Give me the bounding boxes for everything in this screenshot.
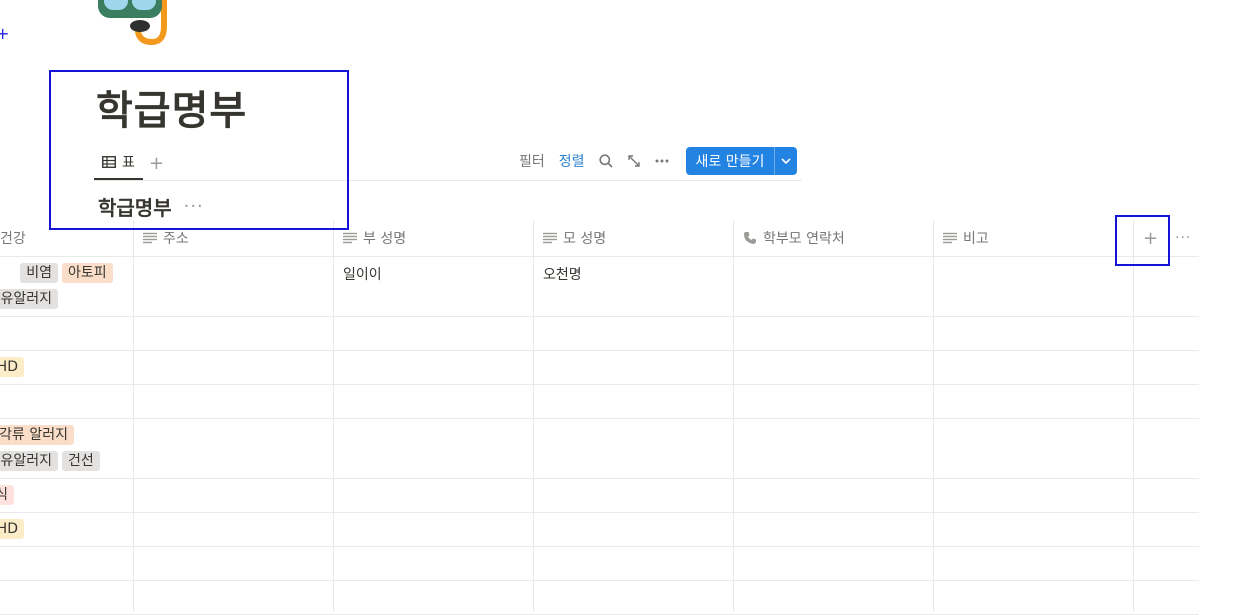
- column-label: 모 성명: [563, 231, 607, 247]
- phone-icon: [744, 232, 756, 244]
- column-header-father-name[interactable]: 부 성명: [343, 220, 406, 256]
- text-icon: [943, 232, 957, 244]
- column-header-mother-name[interactable]: 모 성명: [543, 220, 606, 256]
- column-label: 부 성명: [363, 231, 407, 247]
- health-tag[interactable]: 갑각류 알러지: [0, 425, 74, 445]
- filter-button[interactable]: 필터: [512, 151, 552, 171]
- column-label: 학부모 연락처: [763, 231, 845, 247]
- column-label: 주소: [163, 231, 189, 247]
- selection-highlight: [1115, 215, 1170, 266]
- selection-highlight: [49, 70, 349, 230]
- snorkel-mask-icon[interactable]: [92, 0, 182, 48]
- table-row[interactable]: 갑각류 알러지 우유알러지 건선: [0, 419, 1199, 479]
- column-header-health[interactable]: 건강: [0, 220, 26, 256]
- text-icon: [143, 232, 157, 244]
- table-row[interactable]: [0, 317, 1199, 351]
- health-tag[interactable]: ADHD: [0, 357, 24, 377]
- health-tag[interactable]: 천식: [0, 485, 14, 505]
- table-row[interactable]: [0, 581, 1199, 615]
- new-button[interactable]: 새로 만들기: [686, 147, 775, 175]
- table-row[interactable]: 비염 아토피 우유알러지 일이이 오천명: [0, 257, 1199, 317]
- table-row[interactable]: ADHD: [0, 513, 1199, 547]
- search-icon[interactable]: [592, 154, 620, 168]
- column-header-parent-phone[interactable]: 학부모 연락처: [743, 220, 845, 256]
- new-button-group: 새로 만들기: [685, 147, 798, 175]
- header-more-icon[interactable]: ···: [1175, 220, 1191, 256]
- health-tag[interactable]: 건선: [62, 451, 100, 471]
- sort-button[interactable]: 정렬: [552, 151, 592, 171]
- database-toolbar: 필터 정렬 새로 만들기: [512, 147, 798, 175]
- health-tag[interactable]: 우유알러지: [0, 451, 58, 471]
- column-label: 비고: [963, 231, 989, 247]
- table-row[interactable]: [0, 547, 1199, 581]
- health-tag[interactable]: 비염: [20, 263, 58, 283]
- column-header-note[interactable]: 비고: [943, 220, 989, 256]
- father-name-cell[interactable]: 일이이: [343, 264, 382, 284]
- more-options-icon[interactable]: [648, 159, 676, 163]
- mother-name-cell[interactable]: 오천명: [543, 264, 582, 284]
- column-label: 건강: [0, 231, 26, 247]
- add-block-icon[interactable]: +: [0, 24, 9, 43]
- text-icon: [543, 232, 557, 244]
- table-row[interactable]: [0, 385, 1199, 419]
- health-tag[interactable]: 우유알러지: [0, 289, 58, 309]
- table-row[interactable]: ADHD: [0, 351, 1199, 385]
- expand-icon[interactable]: [620, 154, 648, 168]
- text-icon: [343, 232, 357, 244]
- health-tag[interactable]: 아토피: [62, 263, 113, 283]
- chevron-down-icon[interactable]: [774, 147, 797, 175]
- table-row[interactable]: 천식: [0, 479, 1199, 513]
- health-tag[interactable]: ADHD: [0, 519, 24, 539]
